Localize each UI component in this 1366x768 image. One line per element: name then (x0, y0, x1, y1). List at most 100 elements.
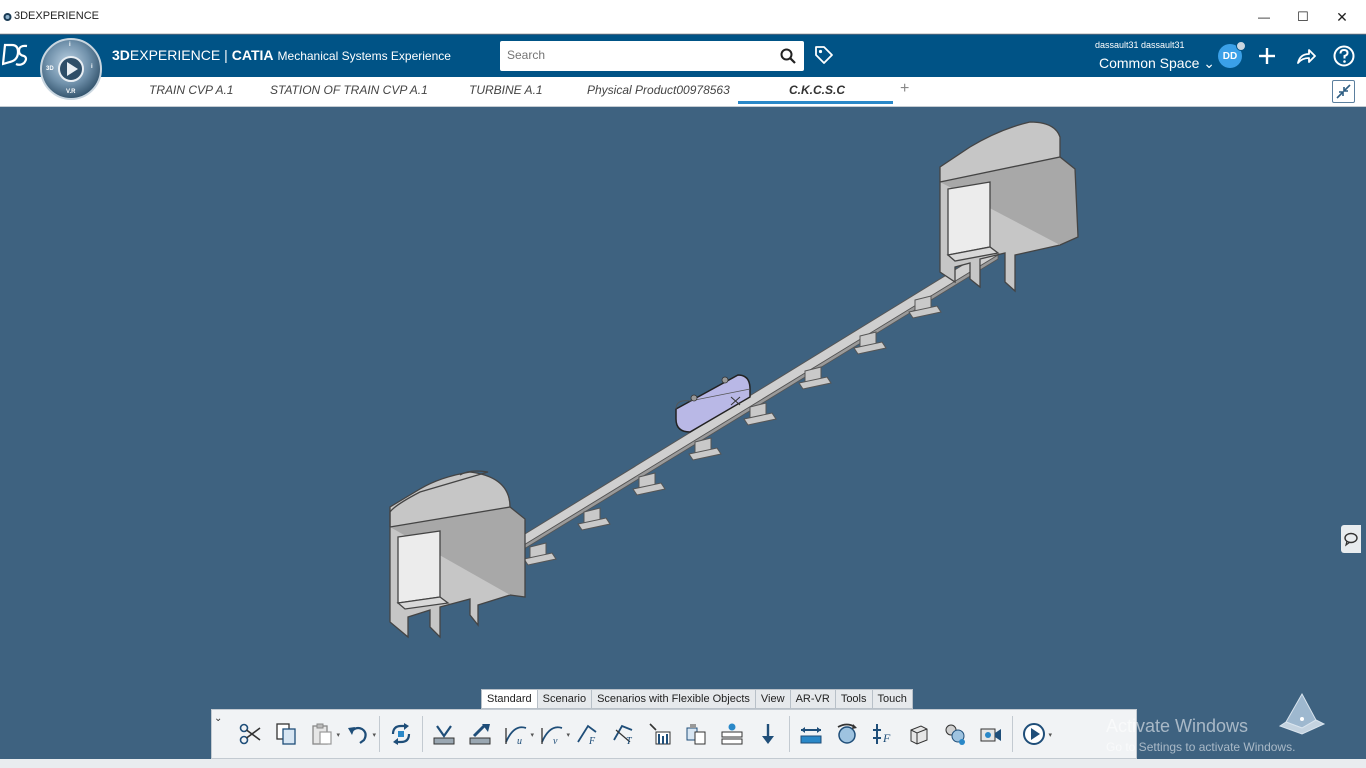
copy-button[interactable] (268, 714, 304, 754)
rotate-part-button[interactable] (829, 714, 865, 754)
ruler-button[interactable] (793, 714, 829, 754)
brand-title: 3DEXPERIENCE | CATIA Mechanical Systems Exp… (112, 47, 451, 63)
search-icon[interactable] (780, 48, 796, 64)
tag-icon[interactable] (814, 45, 834, 65)
plus-icon (1259, 48, 1275, 64)
action-bar: ▾ ▾ u ▾ v ▾ F T F ▾ (211, 709, 1137, 759)
toolbar-separator (422, 716, 423, 752)
assembly-button[interactable] (678, 714, 714, 754)
cluster-icon (945, 724, 965, 745)
bom-button[interactable] (714, 714, 750, 754)
v-direction-button[interactable]: v ▾ (534, 714, 570, 754)
f-curve-icon: F (577, 724, 597, 746)
paste-button[interactable]: ▾ (304, 714, 340, 754)
toolbar-separator (789, 716, 790, 752)
fullscreen-button[interactable] (1332, 80, 1355, 103)
camera-button[interactable] (973, 714, 1009, 754)
undo-button[interactable]: ▾ (340, 714, 376, 754)
play-icon (1023, 723, 1045, 745)
snap-icon (433, 725, 455, 745)
tab-ar-vr[interactable]: AR-VR (791, 690, 836, 708)
paste-icon (312, 723, 332, 745)
tab-scenarios-flexible[interactable]: Scenarios with Flexible Objects (592, 690, 756, 708)
copy-icon (276, 723, 296, 745)
tab-touch[interactable]: Touch (873, 690, 912, 708)
assembly-icon (686, 724, 706, 745)
align-icon (469, 724, 491, 745)
3d-scene[interactable] (0, 107, 1366, 768)
flex-icon: F (873, 724, 891, 745)
compass-icon[interactable]: i 3D i V.R (40, 38, 102, 100)
tab-turbine[interactable]: TURBINE A.1 (469, 83, 543, 97)
window-title: 3DEXPERIENCE (14, 10, 99, 22)
station-left[interactable] (389, 470, 526, 639)
rail-track[interactable] (519, 246, 999, 550)
activation-watermark-title: Activate Windows (1106, 716, 1249, 736)
update-button[interactable] (383, 714, 419, 754)
cluster-button[interactable] (937, 714, 973, 754)
box-button[interactable] (901, 714, 937, 754)
minimize-button[interactable]: — (1244, 0, 1284, 34)
box-icon (910, 725, 928, 745)
cut-button[interactable] (232, 714, 268, 754)
cut-icon (239, 723, 261, 745)
status-strip (0, 759, 1366, 768)
tab-station-of-train[interactable]: STATION OF TRAIN CVP A.1 (270, 83, 428, 97)
rotate-part-icon (837, 723, 857, 744)
rail-supports[interactable] (523, 295, 942, 566)
chevron-down-icon: ⌄ (1203, 55, 1216, 71)
station-right[interactable] (939, 121, 1079, 293)
ds-logo-icon[interactable] (2, 42, 30, 68)
share-button[interactable] (1294, 44, 1318, 68)
view-axis-icon[interactable] (1278, 692, 1328, 736)
u-direction-icon: u (505, 726, 527, 746)
comment-icon (1344, 532, 1358, 547)
u-direction-button[interactable]: u ▾ (498, 714, 534, 754)
svg-text:v: v (553, 736, 558, 746)
svg-text:T: T (626, 736, 633, 746)
tab-standard[interactable]: Standard (482, 690, 538, 708)
user-name: dassault31 dassault31 (1095, 40, 1185, 50)
toolbar-separator (1012, 716, 1013, 752)
side-panel-toggle[interactable] (1341, 525, 1361, 553)
collapse-toolbar-icon[interactable]: ⌄ (214, 713, 222, 724)
svg-text:F: F (588, 736, 596, 746)
active-tab-indicator (738, 101, 893, 104)
search-input[interactable] (507, 48, 767, 62)
undo-icon (348, 726, 367, 744)
measure-button[interactable] (642, 714, 678, 754)
tab-scenario[interactable]: Scenario (538, 690, 593, 708)
t-curve-button[interactable]: T (606, 714, 642, 754)
add-tab-button[interactable]: + (900, 80, 909, 98)
ruler-icon (800, 727, 822, 744)
tab-physical-product[interactable]: Physical Product00978563 (587, 83, 730, 97)
down-arrow-icon (762, 724, 774, 744)
share-icon (1297, 49, 1316, 64)
svg-text:F: F (882, 731, 891, 745)
tab-ckcsc[interactable]: C.K.C.S.C (789, 83, 845, 97)
tab-view[interactable]: View (756, 690, 791, 708)
collapse-arrows-icon (1336, 84, 1351, 99)
tab-tools[interactable]: Tools (836, 690, 873, 708)
bom-icon (721, 723, 743, 745)
t-curve-icon: T (613, 724, 633, 746)
down-arrow-button[interactable] (750, 714, 786, 754)
activation-watermark-subtitle: Go to Settings to activate Windows. (1106, 740, 1296, 754)
f-curve-button[interactable]: F (570, 714, 606, 754)
avatar[interactable]: DD (1218, 41, 1246, 68)
close-window-button[interactable]: ✕ (1322, 0, 1362, 34)
flex-button[interactable]: F (865, 714, 901, 754)
3d-viewport[interactable] (0, 107, 1366, 768)
play-button[interactable]: ▾ (1016, 714, 1052, 754)
help-icon (1333, 45, 1355, 67)
align-button[interactable] (462, 714, 498, 754)
maximize-button[interactable]: ☐ (1283, 0, 1323, 34)
plus-button[interactable] (1255, 44, 1279, 68)
help-button[interactable] (1332, 44, 1356, 68)
search-box[interactable] (500, 41, 804, 71)
collaborative-space-selector[interactable]: Common Space ⌄ (1099, 55, 1215, 72)
tab-train-cvp[interactable]: TRAIN CVP A.1 (149, 83, 233, 97)
snap-button[interactable] (426, 714, 462, 754)
measure-icon (649, 723, 671, 745)
app-logo-icon (3, 13, 12, 21)
